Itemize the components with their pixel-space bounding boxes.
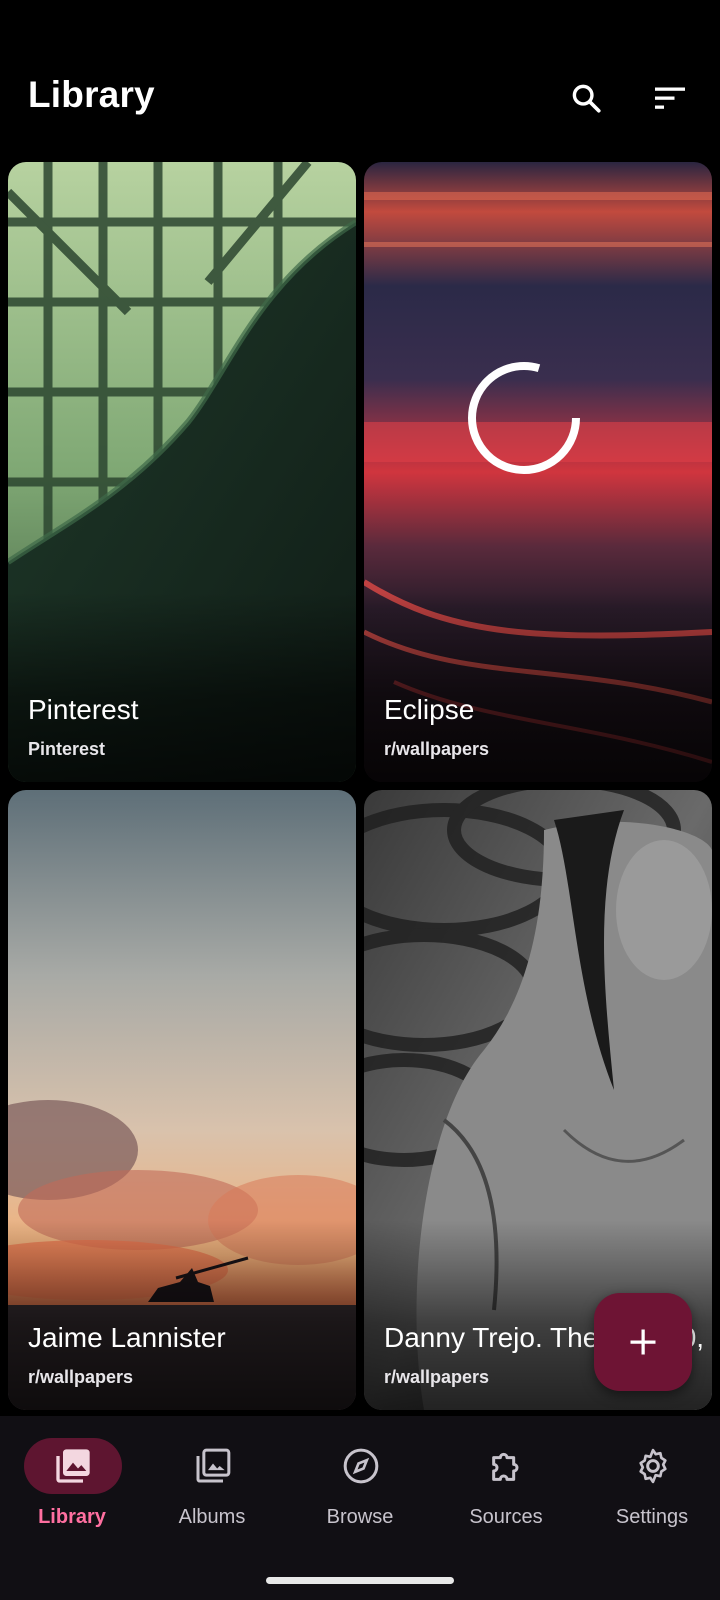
bottom-navigation: Library Albums Browse Sources Settings bbox=[0, 1416, 720, 1600]
search-icon bbox=[572, 84, 601, 113]
compass-icon bbox=[343, 1448, 379, 1484]
plus-icon bbox=[630, 1329, 656, 1355]
puzzle-icon bbox=[492, 1452, 519, 1481]
nav-label: Browse bbox=[326, 1506, 394, 1528]
card-subtitle: r/wallpapers bbox=[384, 1367, 490, 1387]
nav-item-sources[interactable]: Sources bbox=[434, 1438, 578, 1548]
home-indicator bbox=[266, 1577, 454, 1584]
card-subtitle: Pinterest bbox=[28, 739, 106, 759]
card-subtitle: r/wallpapers bbox=[28, 1367, 134, 1387]
nav-label: Library bbox=[38, 1506, 106, 1528]
gear-icon bbox=[639, 1448, 667, 1484]
nav-item-settings[interactable]: Settings bbox=[580, 1438, 720, 1548]
card-title: Eclipse bbox=[384, 694, 475, 725]
card-subtitle: r/wallpapers bbox=[384, 739, 490, 759]
add-button[interactable] bbox=[594, 1293, 692, 1391]
library-card[interactable]: Pinterest Pinterest bbox=[8, 162, 356, 782]
search-button[interactable] bbox=[564, 76, 608, 120]
library-card[interactable]: Eclipse r/wallpapers bbox=[364, 162, 712, 782]
nav-item-browse[interactable]: Browse bbox=[288, 1438, 432, 1548]
nav-item-albums[interactable]: Albums bbox=[140, 1438, 284, 1548]
nav-item-library[interactable]: Library bbox=[0, 1438, 144, 1548]
albums-icon bbox=[196, 1448, 231, 1483]
nav-label: Albums bbox=[178, 1506, 246, 1528]
photo-library-icon bbox=[56, 1449, 90, 1483]
top-app-bar: Library bbox=[0, 0, 720, 160]
card-title: Jaime Lannister bbox=[28, 1322, 226, 1353]
nav-label: Sources bbox=[469, 1506, 543, 1528]
card-title: Pinterest bbox=[28, 694, 139, 725]
sort-icon bbox=[655, 87, 685, 109]
sort-button[interactable] bbox=[648, 76, 692, 120]
library-grid: Pinterest Pinterest Eclipse r/wallpapers… bbox=[8, 162, 712, 1410]
library-card[interactable]: Jaime Lannister r/wallpapers bbox=[8, 790, 356, 1410]
page-title: Library bbox=[28, 74, 155, 115]
nav-label: Settings bbox=[615, 1506, 689, 1528]
